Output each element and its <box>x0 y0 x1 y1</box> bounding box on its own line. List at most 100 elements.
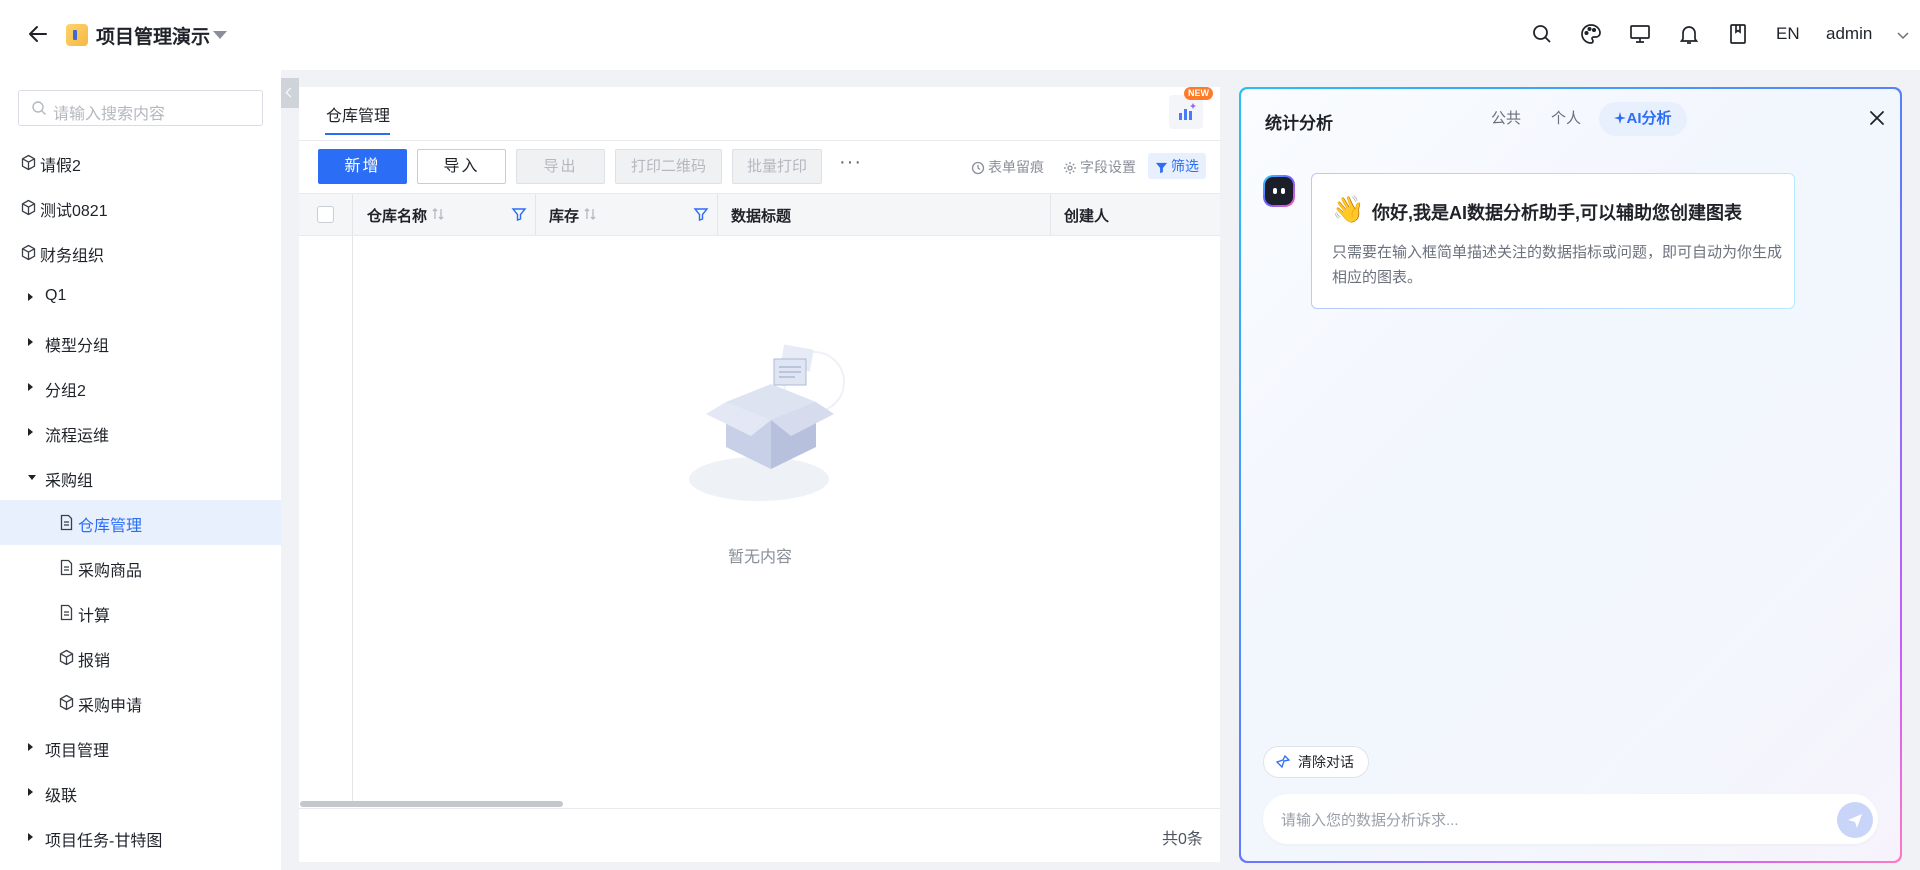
app-title[interactable]: 项目管理演示 <box>96 22 210 49</box>
sparkle-icon <box>1614 112 1627 124</box>
main-panel: 仓库管理 NEW 新增 导入 导出 打印二维码 批量打印 ··· 表单留痕 字段… <box>299 87 1220 862</box>
sidebar-item[interactable]: 财务组织 <box>0 230 281 275</box>
sidebar-item[interactable]: 采购组 <box>0 455 281 500</box>
caret-right-icon[interactable] <box>28 338 33 346</box>
caret-right-icon[interactable] <box>28 743 33 751</box>
column-filter-icon[interactable] <box>693 206 709 222</box>
sidebar-item-label: 采购商品 <box>78 563 143 580</box>
tab-label: AI分析 <box>1626 110 1672 127</box>
send-button[interactable] <box>1837 802 1873 838</box>
chart-analysis-button[interactable] <box>1169 95 1203 129</box>
sidebar-item[interactable]: 流程运维 <box>0 410 281 455</box>
sidebar-item-label: 计算 <box>78 608 111 625</box>
app-switch-caret-icon[interactable] <box>213 31 227 39</box>
caret-right-icon[interactable] <box>28 383 33 391</box>
notebook-icon[interactable] <box>1726 22 1750 46</box>
column-creator[interactable]: 创建人 <box>1051 194 1220 235</box>
sidebar-item[interactable]: 级联 <box>0 770 281 815</box>
top-header: 项目管理演示 EN admin <box>0 0 1920 70</box>
bot-eye <box>1273 188 1277 194</box>
greeting-title: 你好,我是AI数据分析助手,可以辅助您创建图表 <box>1372 203 1742 223</box>
sidebar-item[interactable]: 采购商品 <box>0 545 281 590</box>
caret-right-icon[interactable] <box>28 428 33 436</box>
palette-icon[interactable] <box>1579 22 1603 46</box>
form-trace-button[interactable]: 表单留痕 <box>971 157 1044 177</box>
caret-right-icon[interactable] <box>28 833 33 841</box>
divider <box>299 140 1220 141</box>
tab-ai-analysis[interactable]: AI分析 <box>1599 102 1687 136</box>
caret-right-icon[interactable] <box>28 788 33 796</box>
bell-icon[interactable] <box>1677 22 1701 46</box>
sidebar-item-label: 测试0821 <box>40 203 108 220</box>
broom-icon <box>1276 755 1290 769</box>
empty-box-illustration <box>689 344 845 501</box>
filter-button[interactable]: 筛选 <box>1148 153 1206 179</box>
sidebar-item-label: 采购组 <box>45 473 94 490</box>
search-icon[interactable] <box>1530 22 1554 46</box>
sidebar-item[interactable]: 采购申请 <box>0 680 281 725</box>
cube-icon <box>58 694 75 711</box>
select-all-checkbox[interactable] <box>317 206 334 223</box>
sidebar-item[interactable]: 测试0821 <box>0 185 281 230</box>
import-button[interactable]: 导入 <box>417 149 506 184</box>
clear-conversation-button[interactable]: 清除对话 <box>1263 746 1369 778</box>
column-warehouse-name[interactable]: 仓库名称 <box>353 194 536 235</box>
monitor-icon[interactable] <box>1628 22 1652 46</box>
column-stock[interactable]: 库存 <box>536 194 718 235</box>
sidebar-item[interactable]: 仓库管理 <box>0 500 281 545</box>
column-label: 库存 <box>549 208 580 225</box>
close-icon[interactable] <box>1868 109 1886 127</box>
batch-print-button[interactable]: 批量打印 <box>732 149 822 184</box>
sidebar-item[interactable]: 项目任务-甘特图 <box>0 815 281 860</box>
sidebar-item[interactable]: Q1 <box>0 275 281 320</box>
sidebar-item-label: 仓库管理 <box>78 518 143 535</box>
column-filter-icon[interactable] <box>511 206 527 222</box>
cube-icon <box>58 649 75 666</box>
tab-public[interactable]: 公共 <box>1476 102 1536 136</box>
panel-title: 统计分析 <box>1265 114 1333 133</box>
sidebar-item[interactable]: 分组2 <box>0 365 281 410</box>
field-settings-button[interactable]: 字段设置 <box>1063 157 1136 177</box>
horizontal-scrollbar[interactable] <box>300 801 563 807</box>
chevron-down-icon[interactable] <box>1896 28 1910 42</box>
ai-bot-avatar <box>1263 175 1295 207</box>
sidebar-item[interactable]: 项目管理 <box>0 725 281 770</box>
wave-emoji-icon: 👋 <box>1332 194 1365 224</box>
sidebar-item-label: 财务组织 <box>40 248 105 265</box>
back-arrow-icon[interactable] <box>26 22 50 46</box>
app-logo-icon <box>66 24 88 46</box>
language-switch[interactable]: EN <box>1776 24 1800 44</box>
column-data-title[interactable]: 数据标题 <box>718 194 1051 235</box>
sidebar-item-label: 级联 <box>45 788 78 805</box>
sidebar-collapse-toggle[interactable] <box>281 78 299 108</box>
document-icon <box>58 559 75 576</box>
sidebar-item[interactable]: 报销 <box>0 635 281 680</box>
empty-state-text: 暂无内容 <box>728 549 793 566</box>
print-qr-button[interactable]: 打印二维码 <box>615 149 722 184</box>
sidebar-item[interactable]: 计算 <box>0 590 281 635</box>
sidebar-item-label: 项目任务-甘特图 <box>45 833 163 850</box>
sidebar-search-input[interactable]: 请输入搜索内容 <box>18 90 263 126</box>
tab-personal[interactable]: 个人 <box>1536 102 1596 136</box>
field-settings-label: 字段设置 <box>1080 159 1136 175</box>
sidebar-item-label: 模型分组 <box>45 338 110 355</box>
column-label: 数据标题 <box>731 208 792 225</box>
sidebar-item[interactable]: 模型分组 <box>0 320 281 365</box>
export-button[interactable]: 导出 <box>516 149 605 184</box>
sidebar-item[interactable]: 请假2 <box>0 140 281 185</box>
more-actions-button[interactable]: ··· <box>839 151 862 174</box>
user-menu[interactable]: admin <box>1826 24 1872 44</box>
add-button[interactable]: 新增 <box>318 149 407 184</box>
filter-icon <box>1155 162 1168 174</box>
sort-icon[interactable] <box>583 207 597 221</box>
ai-query-input[interactable]: 请输入您的数据分析诉求... <box>1263 794 1878 844</box>
sort-icon[interactable] <box>431 207 445 221</box>
caret-right-icon[interactable] <box>28 293 33 301</box>
gear-icon <box>1064 162 1076 174</box>
table-header: 仓库名称 库存 数据标题 创建人 <box>299 193 1220 236</box>
cube-icon <box>20 154 37 171</box>
input-placeholder: 请输入您的数据分析诉求... <box>1281 812 1459 829</box>
divider <box>299 808 1220 809</box>
tab-warehouse[interactable]: 仓库管理 <box>326 102 390 126</box>
caret-down-icon[interactable] <box>28 475 36 480</box>
